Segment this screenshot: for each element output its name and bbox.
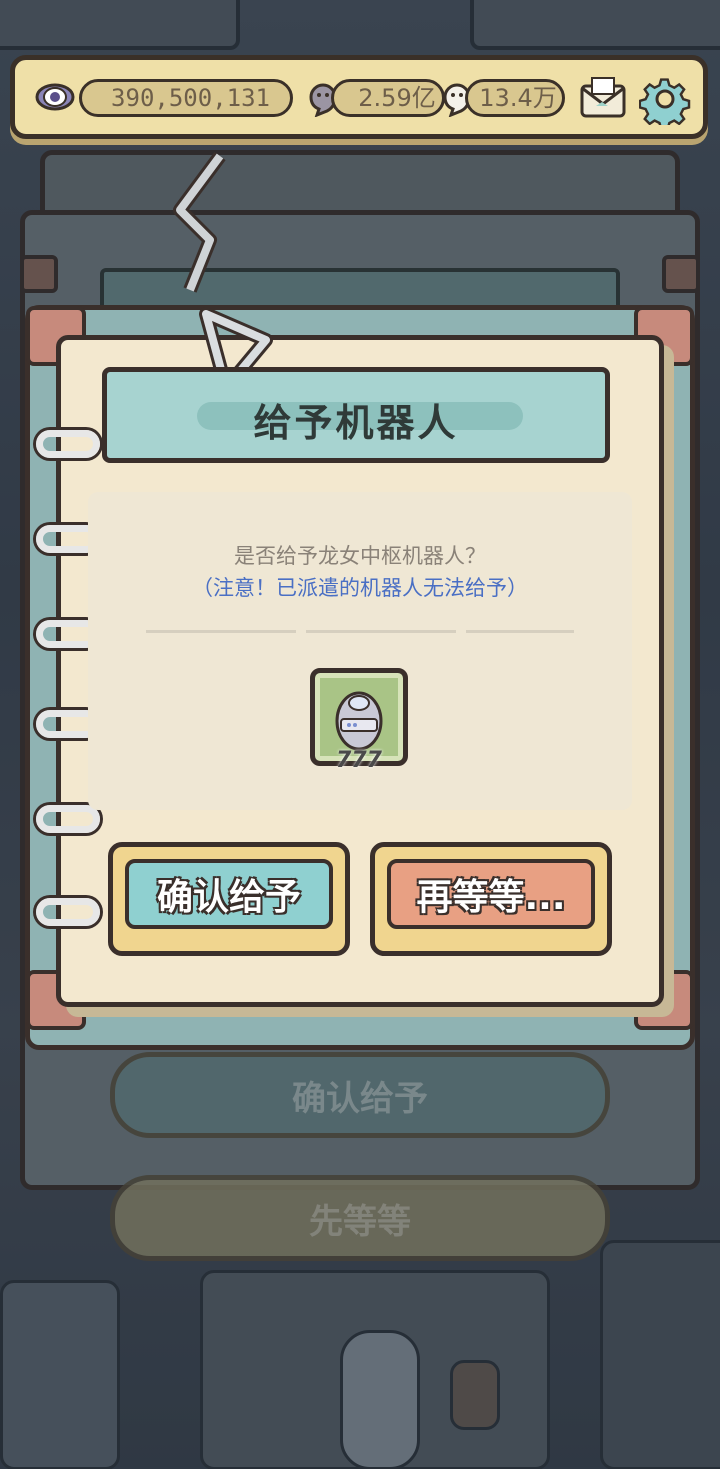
- wait-label: 再等等...: [387, 859, 595, 929]
- confirm-give-button[interactable]: 确认给予: [108, 842, 350, 956]
- paperclip-icon: [160, 150, 250, 314]
- confirm-give-label: 确认给予: [125, 859, 333, 929]
- binder-ring: [36, 898, 100, 926]
- item-count: 777: [336, 748, 382, 773]
- confirm-question: 是否给予龙女中枢机器人？: [234, 544, 486, 568]
- eye-icon: [33, 77, 77, 117]
- ghost-white-value: 13.4万: [465, 79, 565, 117]
- binder-ring: [36, 805, 100, 833]
- divider: [146, 630, 574, 633]
- dialog-content: 是否给予龙女中枢机器人？ （注意！已派遣的机器人无法给予） 777: [88, 492, 632, 810]
- ghost-gray-value: 2.59亿: [331, 79, 445, 117]
- resource-bar: 390,500,131 2.59亿 13.4万: [10, 55, 708, 139]
- eye-currency-value: 390,500,131: [79, 79, 293, 117]
- robot-item-slot[interactable]: 777: [310, 668, 408, 773]
- mail-icon: [580, 77, 626, 118]
- mail-button[interactable]: [575, 72, 631, 126]
- wait-button[interactable]: 再等等...: [370, 842, 612, 956]
- settings-button[interactable]: [637, 72, 693, 126]
- gear-icon: [639, 78, 691, 125]
- dialog-title: 给予机器人: [253, 401, 459, 445]
- binder-ring: [36, 430, 100, 458]
- warning-note: （注意！已派遣的机器人无法给予）: [192, 576, 528, 600]
- dialog-title-bar: 给予机器人: [102, 367, 610, 463]
